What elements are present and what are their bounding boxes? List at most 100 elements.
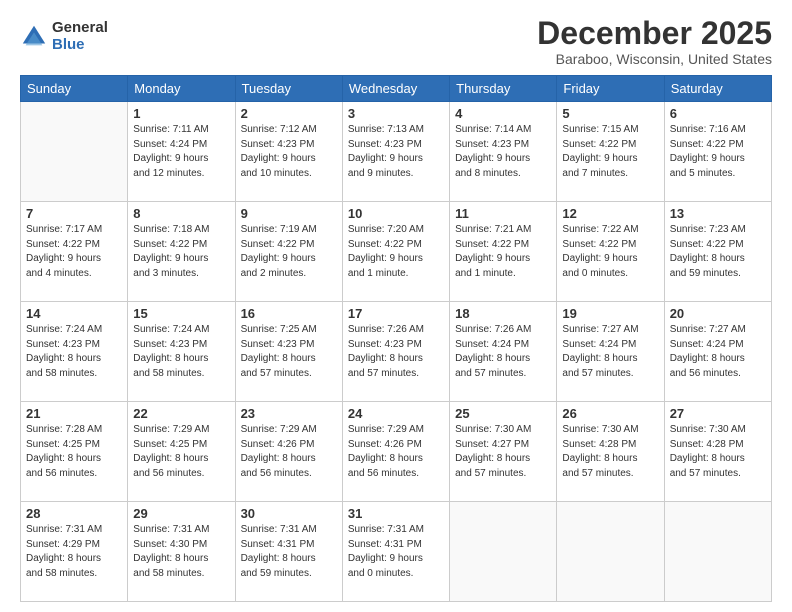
calendar-cell: 27 Sunrise: 7:30 AM Sunset: 4:28 PM Dayli… (664, 402, 771, 502)
calendar-cell: 30Sunrise: 7:31 AM Sunset: 4:31 PM Dayli… (235, 502, 342, 602)
calendar-table: SundayMondayTuesdayWednesdayThursdayFrid… (20, 75, 772, 602)
day-number: 8 (133, 206, 229, 221)
day-number: 21 (26, 406, 122, 421)
day-number: 16 (241, 306, 337, 321)
calendar-cell: 23Sunrise: 7:29 AM Sunset: 4:26 PM Dayli… (235, 402, 342, 502)
day-info: Sunrise: 7:27 AM Sunset: 4:24 PM Dayligh… (670, 323, 766, 381)
calendar-cell: 3Sunrise: 7:13 AM Sunset: 4:23 PM Daylig… (342, 102, 449, 202)
day-info: Sunrise: 7:26 AM Sunset: 4:23 PM Dayligh… (348, 323, 444, 381)
calendar-cell: 10 Sunrise: 7:20 AM Sunset: 4:22 PM Dayli… (342, 202, 449, 302)
day-number: 31 (348, 506, 444, 521)
day-number: 7 (26, 206, 122, 221)
logo: General Blue (20, 20, 108, 53)
day-number: 12 (562, 206, 658, 221)
logo-general: General (52, 20, 108, 37)
day-info: Sunrise: 7:29 AM Sunset: 4:26 PM Dayligh… (241, 423, 337, 481)
day-info: Sunrise: 7:16 AM Sunset: 4:22 PM Dayligh… (670, 123, 766, 181)
day-info: Sunrise: 7:27 AM Sunset: 4:24 PM Dayligh… (562, 323, 658, 381)
day-header-wednesday: Wednesday (342, 76, 449, 102)
day-info: Sunrise: 7:21 AM Sunset: 4:22 PM Dayligh… (455, 223, 551, 281)
day-number: 1 (133, 106, 229, 121)
calendar-cell: 18 Sunrise: 7:26 AM Sunset: 4:24 PM Dayli… (450, 302, 557, 402)
day-number: 10 (348, 206, 444, 221)
calendar-cell (557, 502, 664, 602)
day-info: Sunrise: 7:11 AM Sunset: 4:24 PM Dayligh… (133, 123, 229, 181)
day-number: 11 (455, 206, 551, 221)
day-number: 6 (670, 106, 766, 121)
day-number: 15 (133, 306, 229, 321)
day-info: Sunrise: 7:29 AM Sunset: 4:26 PM Dayligh… (348, 423, 444, 481)
calendar-week-row: 1 Sunrise: 7:11 AM Sunset: 4:24 PM Daylig… (21, 102, 772, 202)
day-info: Sunrise: 7:29 AM Sunset: 4:25 PM Dayligh… (133, 423, 229, 481)
day-info: Sunrise: 7:28 AM Sunset: 4:25 PM Dayligh… (26, 423, 122, 481)
calendar-cell: 28 Sunrise: 7:31 AM Sunset: 4:29 PM Dayli… (21, 502, 128, 602)
calendar-cell: 20 Sunrise: 7:27 AM Sunset: 4:24 PM Dayli… (664, 302, 771, 402)
calendar-cell: 24Sunrise: 7:29 AM Sunset: 4:26 PM Dayli… (342, 402, 449, 502)
month-title: December 2025 (537, 16, 772, 51)
day-number: 19 (562, 306, 658, 321)
calendar-cell: 21 Sunrise: 7:28 AM Sunset: 4:25 PM Dayli… (21, 402, 128, 502)
logo-text: General Blue (52, 20, 108, 53)
day-number: 17 (348, 306, 444, 321)
calendar-cell: 22Sunrise: 7:29 AM Sunset: 4:25 PM Dayli… (128, 402, 235, 502)
title-area: December 2025 Baraboo, Wisconsin, United… (537, 16, 772, 67)
day-number: 9 (241, 206, 337, 221)
calendar-cell: 15Sunrise: 7:24 AM Sunset: 4:23 PM Dayli… (128, 302, 235, 402)
day-info: Sunrise: 7:31 AM Sunset: 4:30 PM Dayligh… (133, 523, 229, 581)
day-number: 18 (455, 306, 551, 321)
calendar-cell: 5 Sunrise: 7:15 AM Sunset: 4:22 PM Daylig… (557, 102, 664, 202)
day-number: 20 (670, 306, 766, 321)
calendar-cell: 6 Sunrise: 7:16 AM Sunset: 4:22 PM Daylig… (664, 102, 771, 202)
page: General Blue December 2025 Baraboo, Wisc… (0, 0, 792, 612)
day-info: Sunrise: 7:26 AM Sunset: 4:24 PM Dayligh… (455, 323, 551, 381)
day-info: Sunrise: 7:30 AM Sunset: 4:27 PM Dayligh… (455, 423, 551, 481)
calendar-cell: 11 Sunrise: 7:21 AM Sunset: 4:22 PM Dayli… (450, 202, 557, 302)
day-number: 26 (562, 406, 658, 421)
calendar-week-row: 28 Sunrise: 7:31 AM Sunset: 4:29 PM Dayli… (21, 502, 772, 602)
day-number: 14 (26, 306, 122, 321)
day-info: Sunrise: 7:24 AM Sunset: 4:23 PM Dayligh… (26, 323, 122, 381)
day-header-saturday: Saturday (664, 76, 771, 102)
day-info: Sunrise: 7:31 AM Sunset: 4:29 PM Dayligh… (26, 523, 122, 581)
calendar-cell: 26Sunrise: 7:30 AM Sunset: 4:28 PM Dayli… (557, 402, 664, 502)
day-number: 25 (455, 406, 551, 421)
day-header-tuesday: Tuesday (235, 76, 342, 102)
day-info: Sunrise: 7:31 AM Sunset: 4:31 PM Dayligh… (348, 523, 444, 581)
calendar-cell (21, 102, 128, 202)
logo-icon (20, 23, 48, 51)
day-info: Sunrise: 7:25 AM Sunset: 4:23 PM Dayligh… (241, 323, 337, 381)
day-number: 4 (455, 106, 551, 121)
calendar-cell: 16 Sunrise: 7:25 AM Sunset: 4:23 PM Dayli… (235, 302, 342, 402)
calendar-cell: 29 Sunrise: 7:31 AM Sunset: 4:30 PM Dayli… (128, 502, 235, 602)
day-info: Sunrise: 7:23 AM Sunset: 4:22 PM Dayligh… (670, 223, 766, 281)
day-header-monday: Monday (128, 76, 235, 102)
calendar-week-row: 14 Sunrise: 7:24 AM Sunset: 4:23 PM Dayli… (21, 302, 772, 402)
day-info: Sunrise: 7:20 AM Sunset: 4:22 PM Dayligh… (348, 223, 444, 281)
calendar-cell: 17 Sunrise: 7:26 AM Sunset: 4:23 PM Dayli… (342, 302, 449, 402)
calendar-cell: 14 Sunrise: 7:24 AM Sunset: 4:23 PM Dayli… (21, 302, 128, 402)
calendar-cell: 13 Sunrise: 7:23 AM Sunset: 4:22 PM Dayli… (664, 202, 771, 302)
calendar-week-row: 21 Sunrise: 7:28 AM Sunset: 4:25 PM Dayli… (21, 402, 772, 502)
calendar-header-row: SundayMondayTuesdayWednesdayThursdayFrid… (21, 76, 772, 102)
calendar-cell: 9 Sunrise: 7:19 AM Sunset: 4:22 PM Daylig… (235, 202, 342, 302)
day-number: 29 (133, 506, 229, 521)
calendar-cell: 12Sunrise: 7:22 AM Sunset: 4:22 PM Dayli… (557, 202, 664, 302)
day-info: Sunrise: 7:17 AM Sunset: 4:22 PM Dayligh… (26, 223, 122, 281)
day-number: 13 (670, 206, 766, 221)
day-info: Sunrise: 7:30 AM Sunset: 4:28 PM Dayligh… (670, 423, 766, 481)
calendar-cell: 19 Sunrise: 7:27 AM Sunset: 4:24 PM Dayli… (557, 302, 664, 402)
day-info: Sunrise: 7:14 AM Sunset: 4:23 PM Dayligh… (455, 123, 551, 181)
day-info: Sunrise: 7:13 AM Sunset: 4:23 PM Dayligh… (348, 123, 444, 181)
calendar-cell: 1 Sunrise: 7:11 AM Sunset: 4:24 PM Daylig… (128, 102, 235, 202)
day-number: 27 (670, 406, 766, 421)
day-number: 28 (26, 506, 122, 521)
day-info: Sunrise: 7:15 AM Sunset: 4:22 PM Dayligh… (562, 123, 658, 181)
day-info: Sunrise: 7:19 AM Sunset: 4:22 PM Dayligh… (241, 223, 337, 281)
day-header-sunday: Sunday (21, 76, 128, 102)
calendar-cell: 4 Sunrise: 7:14 AM Sunset: 4:23 PM Daylig… (450, 102, 557, 202)
day-number: 5 (562, 106, 658, 121)
calendar-cell: 31 Sunrise: 7:31 AM Sunset: 4:31 PM Dayli… (342, 502, 449, 602)
day-number: 30 (241, 506, 337, 521)
day-info: Sunrise: 7:18 AM Sunset: 4:22 PM Dayligh… (133, 223, 229, 281)
calendar-cell (664, 502, 771, 602)
